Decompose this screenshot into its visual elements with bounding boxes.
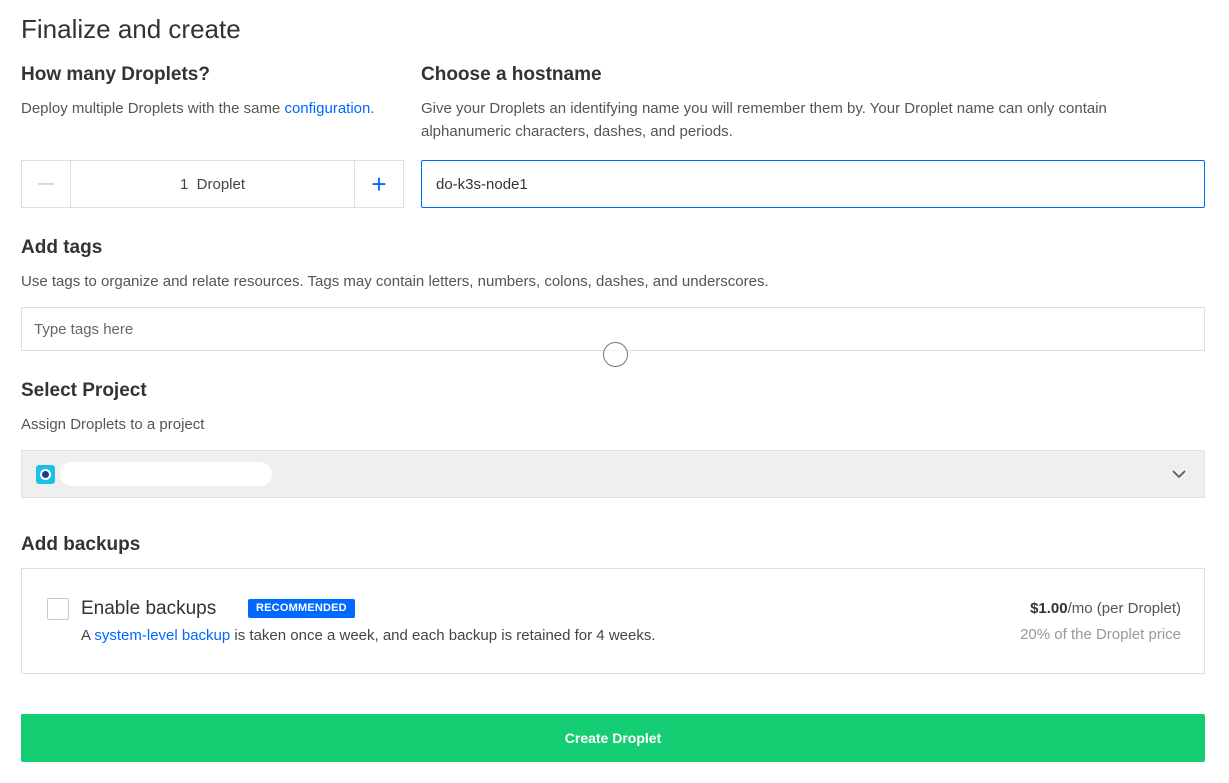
backups-desc: A system-level backup is taken once a we…	[81, 627, 656, 644]
chevron-down-icon	[1172, 470, 1186, 479]
increment-button[interactable]: +	[354, 161, 403, 207]
project-desc: Assign Droplets to a project	[21, 416, 205, 433]
backups-title: Add backups	[21, 534, 141, 555]
system-level-backup-link[interactable]: system-level backup	[94, 627, 230, 644]
backup-price-amount: $1.00	[1030, 600, 1068, 617]
project-select[interactable]	[21, 450, 1205, 498]
tags-title: Add tags	[21, 237, 103, 258]
droplet-count-desc-text: Deploy multiple Droplets with the same	[21, 100, 285, 117]
minus-icon: —	[38, 175, 54, 192]
droplet-count-desc: Deploy multiple Droplets with the same c…	[21, 97, 375, 120]
droplet-count-stepper: — 1 Droplet +	[21, 160, 404, 208]
droplet-count-value: 1 Droplet	[179, 175, 246, 193]
backups-desc-suffix: is taken once a week, and each backup is…	[230, 627, 656, 644]
project-title: Select Project	[21, 380, 147, 401]
hostname-title: Choose a hostname	[421, 64, 602, 85]
decrement-button[interactable]: —	[22, 161, 71, 207]
backup-price: $1.00/mo (per Droplet)	[1030, 600, 1181, 617]
plus-icon: +	[371, 168, 387, 199]
backup-price-suffix: /mo (per Droplet)	[1067, 600, 1181, 617]
backup-price-sub: 20% of the Droplet price	[1020, 626, 1181, 643]
page-title: Finalize and create	[21, 14, 241, 44]
hostname-desc: Give your Droplets an identifying name y…	[421, 100, 1107, 140]
droplet-count-title: How many Droplets?	[21, 64, 210, 85]
configuration-link[interactable]: configuration	[284, 100, 370, 117]
hostname-input[interactable]	[421, 160, 1205, 208]
create-droplet-button[interactable]: Create Droplet	[21, 714, 1205, 762]
tags-desc: Use tags to organize and relate resource…	[21, 273, 769, 290]
enable-backups-checkbox[interactable]	[47, 598, 69, 620]
finalize-create-page: Finalize and create How many Droplets? D…	[0, 0, 1229, 783]
recommended-badge: RECOMMENDED	[248, 599, 355, 618]
project-icon	[36, 464, 55, 484]
backups-card: Enable backups RECOMMENDED A system-leve…	[21, 568, 1205, 674]
backups-desc-prefix: A	[81, 627, 95, 644]
mouse-cursor-ring	[603, 342, 628, 367]
project-name-redacted	[60, 462, 272, 486]
droplet-count-desc-suffix: .	[370, 100, 375, 117]
enable-backups-label[interactable]: Enable backups	[81, 598, 216, 620]
